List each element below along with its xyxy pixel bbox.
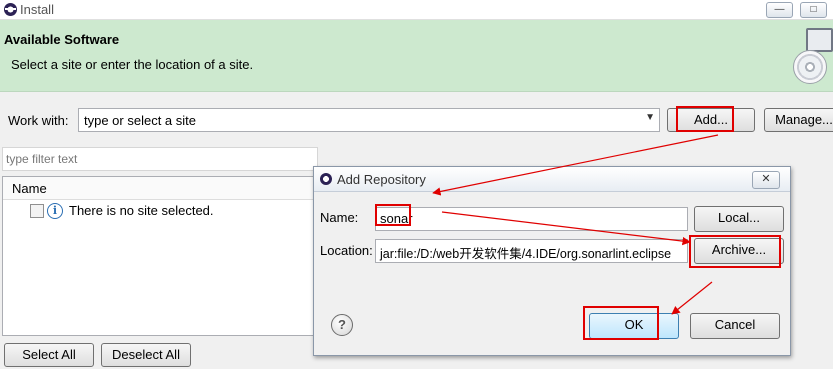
eclipse-icon <box>320 173 332 185</box>
software-table: Name i There is no site selected. <box>2 176 316 336</box>
maximize-button[interactable]: □ <box>800 2 827 18</box>
dropdown-arrow-icon[interactable]: ▼ <box>645 112 655 123</box>
minimize-button[interactable]: — <box>766 2 793 18</box>
cancel-button[interactable]: Cancel <box>690 313 780 339</box>
page-title: Available Software <box>4 32 120 47</box>
close-icon[interactable]: ✕ <box>752 171 780 189</box>
location-value: jar:file:/D:/web开发软件集/4.IDE/org.sonarlin… <box>380 247 672 261</box>
annotation-box-add <box>676 106 734 132</box>
select-all-button[interactable]: Select All <box>4 343 94 367</box>
eclipse-icon <box>4 3 17 16</box>
dialog-title: Add Repository <box>337 172 426 187</box>
deselect-all-button[interactable]: Deselect All <box>101 343 191 367</box>
wizard-header <box>0 20 833 92</box>
annotation-box-ok <box>583 306 659 340</box>
help-icon[interactable]: ? <box>331 314 353 336</box>
name-label: Name: <box>320 210 359 225</box>
dialog-titlebar: Add Repository ✕ <box>314 167 790 192</box>
window-title: Install <box>20 2 54 17</box>
row-checkbox[interactable] <box>30 204 44 218</box>
table-row-text: There is no site selected. <box>69 203 214 218</box>
filter-placeholder: type filter text <box>6 152 78 166</box>
table-header: Name <box>3 177 315 200</box>
cd-icon <box>793 50 827 84</box>
window-titlebar: Install — □ <box>0 0 833 20</box>
filter-input[interactable]: type filter text <box>2 147 318 171</box>
location-field[interactable]: jar:file:/D:/web开发软件集/4.IDE/org.sonarlin… <box>375 239 688 263</box>
site-combo-value: type or select a site <box>84 113 196 128</box>
name-field[interactable]: sonar <box>375 207 688 231</box>
local-button[interactable]: Local... <box>694 206 784 232</box>
location-label: Location: <box>320 243 373 258</box>
info-icon: i <box>47 203 63 219</box>
annotation-box-name <box>375 204 411 226</box>
site-combo[interactable]: type or select a site ▼ <box>78 108 660 132</box>
monitor-icon <box>806 28 833 52</box>
manage-button[interactable]: Manage... <box>764 108 833 132</box>
annotation-box-archive <box>689 235 781 268</box>
work-with-label: Work with: <box>8 113 69 128</box>
page-description: Select a site or enter the location of a… <box>11 57 254 72</box>
column-header-name[interactable]: Name <box>12 181 47 196</box>
